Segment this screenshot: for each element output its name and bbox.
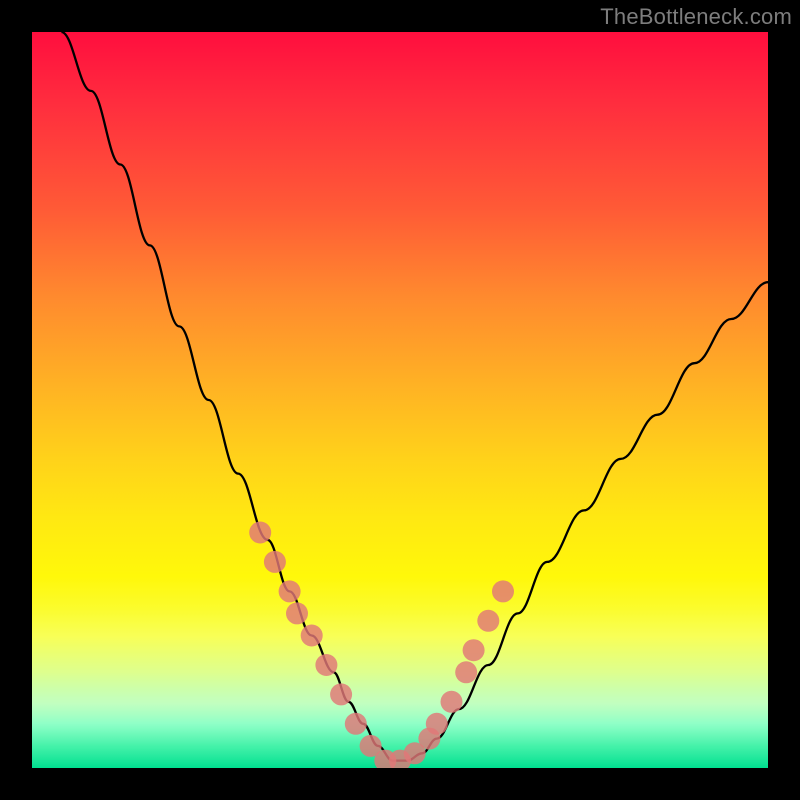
highlight-dot xyxy=(301,625,323,647)
highlight-dot xyxy=(463,639,485,661)
highlight-dot xyxy=(315,654,337,676)
highlight-dot xyxy=(330,683,352,705)
highlight-dot xyxy=(455,661,477,683)
plot-area xyxy=(32,32,768,768)
highlight-dot xyxy=(477,610,499,632)
highlight-dot xyxy=(286,602,308,624)
highlight-dots xyxy=(249,522,514,769)
curve-layer xyxy=(32,32,768,768)
highlight-dot xyxy=(264,551,286,573)
chart-container: TheBottleneck.com xyxy=(0,0,800,800)
highlight-dot xyxy=(345,713,367,735)
highlight-dot xyxy=(492,580,514,602)
highlight-dot xyxy=(249,522,271,544)
highlight-dot xyxy=(279,580,301,602)
bottleneck-curve xyxy=(61,32,768,761)
highlight-dot xyxy=(426,713,448,735)
highlight-dot xyxy=(441,691,463,713)
watermark-text: TheBottleneck.com xyxy=(600,4,792,30)
